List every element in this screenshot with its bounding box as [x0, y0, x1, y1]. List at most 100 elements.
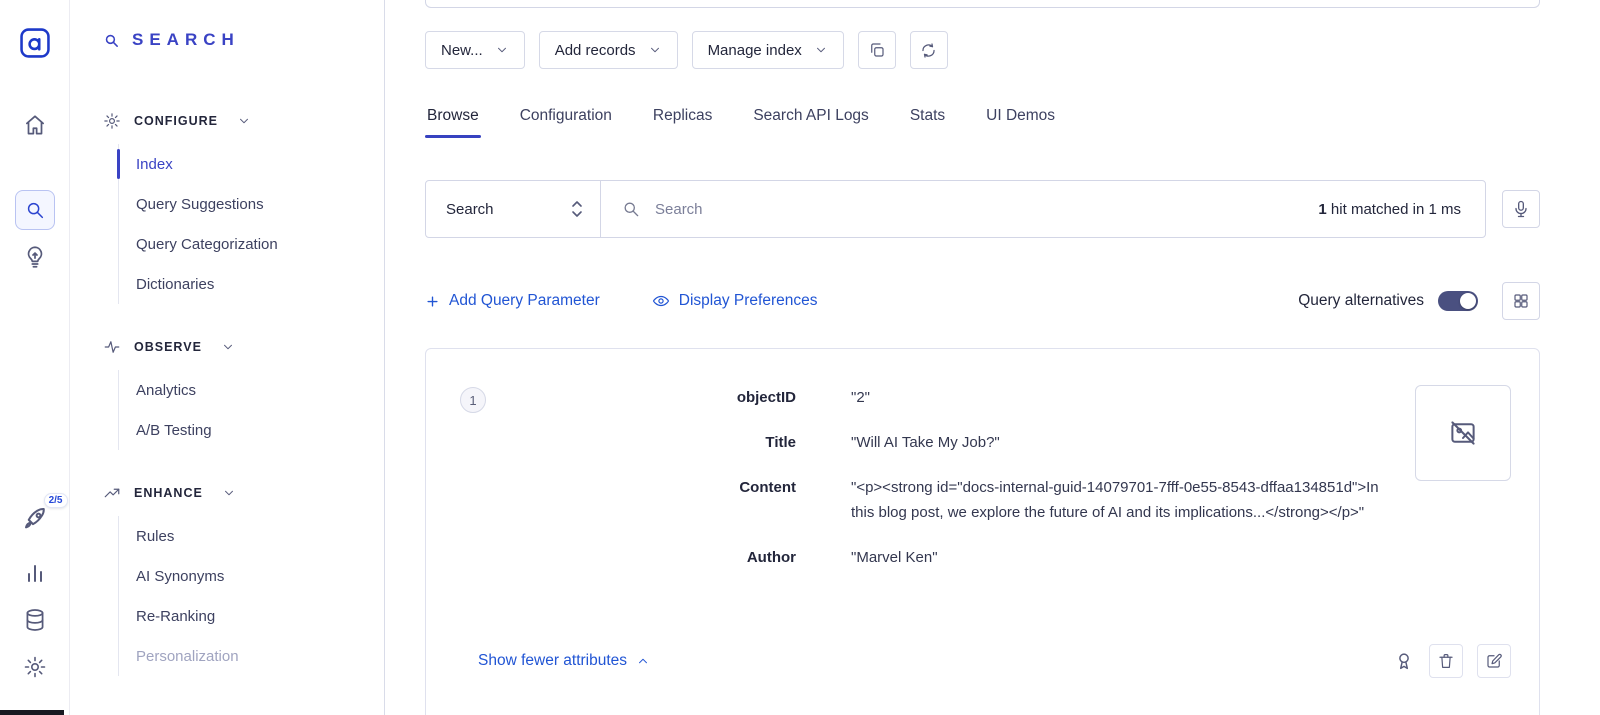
query-alternatives-toggle[interactable]	[1438, 291, 1478, 311]
search-bar: Search 1 hit matched in 1 ms	[425, 180, 1486, 238]
hit-image-placeholder	[1415, 385, 1511, 481]
manage-index-label: Manage index	[708, 42, 802, 59]
refresh-button[interactable]	[910, 31, 948, 69]
display-preferences-label: Display Preferences	[679, 292, 818, 310]
refresh-icon	[919, 41, 938, 60]
section-label: ENHANCE	[134, 486, 203, 500]
section-header-observe[interactable]: OBSERVE	[103, 338, 384, 356]
copy-button[interactable]	[858, 31, 896, 69]
section-label: OBSERVE	[134, 340, 202, 354]
layout-grid-button[interactable]	[1502, 282, 1540, 320]
screen-edge-artifact	[0, 710, 64, 715]
sidebar-item-personalization[interactable]: Personalization	[136, 636, 384, 676]
new-button[interactable]: New...	[425, 31, 525, 69]
gear-icon	[103, 112, 121, 130]
search-row: Search 1 hit matched in 1 ms	[425, 180, 1540, 238]
attribute-value: "2"	[851, 385, 1407, 410]
image-off-icon	[1448, 418, 1478, 448]
section-label: CONFIGURE	[134, 114, 218, 128]
search-product-icon	[103, 32, 120, 49]
add-records-button[interactable]: Add records	[539, 31, 678, 69]
sidebar-item-dictionaries[interactable]: Dictionaries	[136, 264, 384, 304]
usage-badge: 2/5	[44, 493, 68, 508]
tab-ui-demos[interactable]: UI Demos	[984, 107, 1057, 138]
tab-stats[interactable]: Stats	[908, 107, 947, 138]
medal-icon	[1393, 650, 1415, 672]
hits-stats: 1 hit matched in 1 ms	[1318, 201, 1465, 218]
add-query-parameter-link[interactable]: Add Query Parameter	[425, 292, 600, 310]
tab-replicas[interactable]: Replicas	[651, 107, 714, 138]
section-header-enhance[interactable]: ENHANCE	[103, 484, 384, 502]
attribute-value: "Marvel Ken"	[851, 545, 1407, 570]
sidebar-item-query-suggestions[interactable]: Query Suggestions	[136, 184, 384, 224]
sidebar-item-query-categorization[interactable]: Query Categorization	[136, 224, 384, 264]
index-toolbar: New... Add records Manage index	[425, 31, 1540, 69]
rocket-icon[interactable]: 2/5	[20, 505, 50, 535]
search-icon	[24, 199, 46, 221]
voice-search-button[interactable]	[1502, 190, 1540, 228]
gear-icon[interactable]	[23, 655, 47, 679]
bar-chart-icon[interactable]	[23, 561, 47, 585]
hit-card: 1 objectID "2" Title "Will AI Take My Jo…	[425, 348, 1540, 715]
attribute-row: Content "<p><strong id="docs-internal-gu…	[486, 475, 1407, 525]
hit-body: 1 objectID "2" Title "Will AI Take My Jo…	[460, 385, 1511, 590]
sidebar-item-re-ranking[interactable]: Re-Ranking	[136, 596, 384, 636]
recommend-bulb-icon[interactable]	[22, 244, 48, 270]
cutoff-header-edge	[425, 0, 1540, 8]
home-icon[interactable]	[22, 112, 48, 138]
attribute-value: "<p><strong id="docs-internal-guid-14079…	[851, 475, 1407, 525]
tab-browse[interactable]: Browse	[425, 107, 481, 138]
trash-icon	[1437, 652, 1455, 670]
attribute-row: objectID "2"	[486, 385, 1407, 410]
search-type-selector[interactable]: Search	[426, 181, 601, 237]
database-icon[interactable]	[22, 607, 48, 633]
edit-hit-button[interactable]	[1477, 644, 1511, 678]
tab-search-api-logs[interactable]: Search API Logs	[751, 107, 870, 138]
copy-icon	[868, 41, 886, 59]
sidebar-item-analytics[interactable]: Analytics	[136, 370, 384, 410]
stepper-icon	[570, 199, 584, 219]
manage-index-button[interactable]: Manage index	[692, 31, 844, 69]
sidebar-item-ai-synonyms[interactable]: AI Synonyms	[136, 556, 384, 596]
add-records-label: Add records	[555, 42, 636, 59]
observe-items: Analytics A/B Testing	[118, 370, 384, 450]
section-header-configure[interactable]: CONFIGURE	[103, 112, 384, 130]
query-alternatives-label: Query alternatives	[1298, 292, 1424, 310]
sidebar-item-ab-testing[interactable]: A/B Testing	[136, 410, 384, 450]
tab-configuration[interactable]: Configuration	[518, 107, 614, 138]
edit-icon	[1485, 652, 1503, 670]
attribute-label: Content	[486, 475, 851, 525]
query-right-controls: Query alternatives	[1298, 282, 1540, 320]
search-input[interactable]	[655, 201, 1304, 218]
promote-hit-button[interactable]	[1393, 650, 1415, 672]
hit-attributes: objectID "2" Title "Will AI Take My Job?…	[486, 385, 1407, 590]
eye-icon	[652, 292, 670, 310]
sidebar-section-observe: OBSERVE Analytics A/B Testing	[103, 338, 384, 450]
chevron-down-icon	[237, 114, 251, 128]
attribute-value: "Will AI Take My Job?"	[851, 430, 1407, 455]
algolia-logo-icon[interactable]	[18, 26, 52, 60]
activity-icon	[103, 338, 121, 356]
attribute-label: Author	[486, 545, 851, 570]
chevron-down-icon	[814, 43, 828, 57]
chevron-up-icon	[636, 654, 650, 668]
delete-hit-button[interactable]	[1429, 644, 1463, 678]
chevron-down-icon	[222, 486, 236, 500]
main-content: New... Add records Manage index	[385, 0, 1600, 715]
sidebar-item-index[interactable]: Index	[136, 144, 384, 184]
sidebar-item-rules[interactable]: Rules	[136, 516, 384, 556]
sidebar: SEARCH CONFIGURE Index Query Suggestions…	[70, 0, 385, 715]
hit-actions	[1393, 644, 1511, 678]
app-window: 2/5	[0, 0, 1600, 715]
show-fewer-attributes-link[interactable]: Show fewer attributes	[478, 652, 650, 670]
search-nav-active[interactable]	[15, 190, 55, 230]
attribute-row: Author "Marvel Ken"	[486, 545, 1407, 570]
attribute-label: objectID	[486, 385, 851, 410]
configure-items: Index Query Suggestions Query Categoriza…	[118, 144, 384, 304]
chevron-down-icon	[495, 43, 509, 57]
search-type-value: Search	[446, 201, 494, 218]
attribute-row: Title "Will AI Take My Job?"	[486, 430, 1407, 455]
display-preferences-link[interactable]: Display Preferences	[652, 292, 818, 310]
product-title: SEARCH	[103, 30, 384, 50]
enhance-items: Rules AI Synonyms Re-Ranking Personaliza…	[118, 516, 384, 676]
